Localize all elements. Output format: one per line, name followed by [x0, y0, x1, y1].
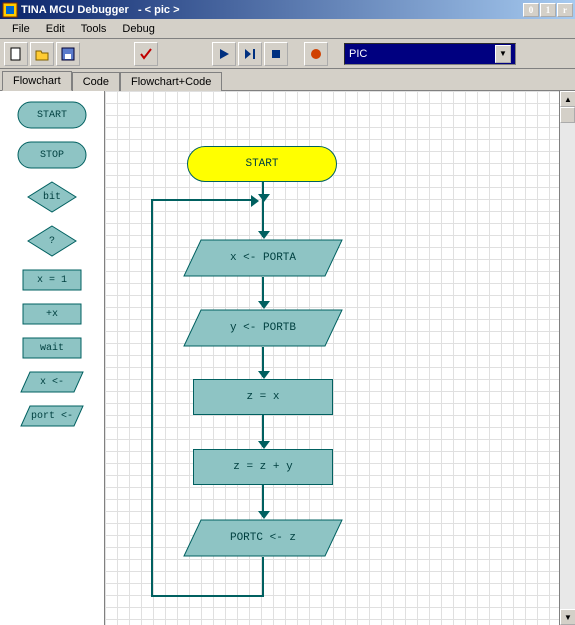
- scroll-track[interactable]: [560, 107, 575, 609]
- arrow-head-icon: [258, 231, 270, 239]
- close-button[interactable]: r: [557, 3, 573, 17]
- breakpoint-button[interactable]: [304, 42, 328, 66]
- arrow-head-icon: [251, 195, 259, 207]
- palette-input[interactable]: x <-: [20, 371, 84, 393]
- scroll-thumb[interactable]: [560, 107, 575, 123]
- flowchart-canvas[interactable]: START x <- PORTA y <- PORTB: [105, 91, 559, 625]
- connector: [151, 595, 263, 597]
- tab-flowchart-code[interactable]: Flowchart+Code: [120, 72, 222, 91]
- node-start[interactable]: START: [187, 146, 337, 182]
- app-icon: [2, 2, 18, 18]
- doc-name: - < pic >: [138, 4, 180, 16]
- tabbar: Flowchart Code Flowchart+Code: [0, 69, 575, 91]
- palette: START STOP bit ? x = 1 +x wait x <-: [0, 91, 105, 625]
- node-io-portc-z[interactable]: PORTC <- z: [183, 519, 343, 557]
- scroll-up-button[interactable]: ▲: [560, 91, 575, 107]
- tab-flowchart[interactable]: Flowchart: [2, 71, 72, 91]
- arrow-head-icon: [258, 194, 270, 202]
- minimize-button[interactable]: 0: [523, 3, 539, 17]
- check-button[interactable]: [134, 42, 158, 66]
- scroll-down-button[interactable]: ▼: [560, 609, 575, 625]
- menu-tools[interactable]: Tools: [73, 21, 115, 37]
- arrow-head-icon: [258, 511, 270, 519]
- palette-decision-q[interactable]: ?: [27, 225, 77, 257]
- tab-code[interactable]: Code: [72, 72, 120, 91]
- palette-decision-bit[interactable]: bit: [27, 181, 77, 213]
- app-name: TINA MCU Debugger: [21, 4, 129, 16]
- node-io-y-portb[interactable]: y <- PORTB: [183, 309, 343, 347]
- run-button[interactable]: [212, 42, 236, 66]
- new-button[interactable]: [4, 42, 28, 66]
- workspace: START STOP bit ? x = 1 +x wait x <-: [0, 91, 575, 625]
- arrow-head-icon: [258, 371, 270, 379]
- palette-stop[interactable]: STOP: [17, 141, 87, 169]
- node-io-x-porta[interactable]: x <- PORTA: [183, 239, 343, 277]
- menu-file[interactable]: File: [4, 21, 38, 37]
- window-title: TINA MCU Debugger - < pic >: [21, 4, 523, 16]
- palette-output[interactable]: port <-: [20, 405, 84, 427]
- arrow-head-icon: [258, 301, 270, 309]
- maximize-button[interactable]: 1: [540, 3, 556, 17]
- chevron-down-icon: ▼: [495, 45, 511, 63]
- connector: [262, 557, 264, 597]
- mcu-select[interactable]: PIC ▼: [344, 43, 516, 65]
- menu-debug[interactable]: Debug: [114, 21, 162, 37]
- palette-increment[interactable]: +x: [22, 303, 82, 325]
- window-buttons: 0 1 r: [523, 3, 573, 17]
- titlebar: TINA MCU Debugger - < pic > 0 1 r: [0, 0, 575, 19]
- palette-wait[interactable]: wait: [22, 337, 82, 359]
- step-button[interactable]: [238, 42, 262, 66]
- toolbar: PIC ▼: [0, 39, 575, 69]
- connector: [151, 199, 153, 597]
- open-button[interactable]: [30, 42, 54, 66]
- vertical-scrollbar[interactable]: ▲ ▼: [559, 91, 575, 625]
- menubar: File Edit Tools Debug: [0, 19, 575, 39]
- node-process-z-plus-y[interactable]: z = z + y: [193, 449, 333, 485]
- stop-button[interactable]: [264, 42, 288, 66]
- mcu-select-value: PIC: [349, 48, 367, 60]
- arrow-head-icon: [258, 441, 270, 449]
- connector: [151, 199, 255, 201]
- palette-assign[interactable]: x = 1: [22, 269, 82, 291]
- node-process-z-eq-x[interactable]: z = x: [193, 379, 333, 415]
- save-button[interactable]: [56, 42, 80, 66]
- palette-start[interactable]: START: [17, 101, 87, 129]
- menu-edit[interactable]: Edit: [38, 21, 73, 37]
- canvas-wrap: START x <- PORTA y <- PORTB: [105, 91, 575, 625]
